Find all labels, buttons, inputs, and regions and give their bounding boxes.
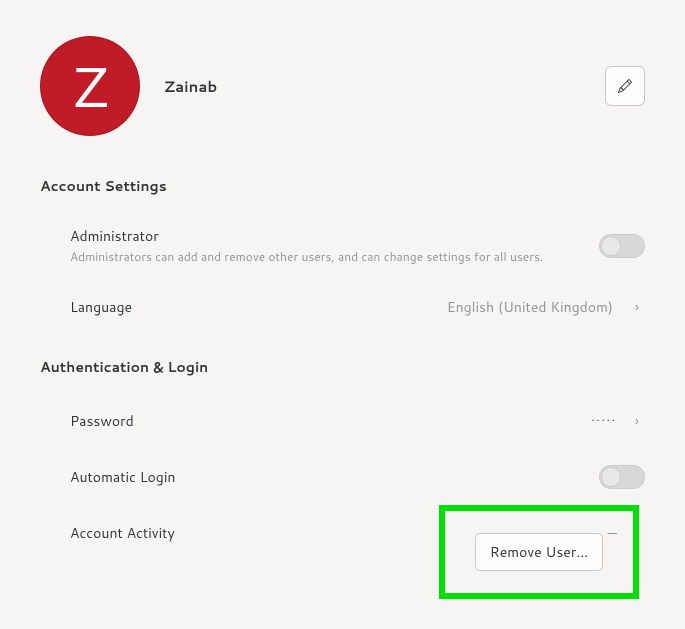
pencil-icon: [618, 79, 632, 93]
language-label: Language: [70, 297, 447, 317]
automatic-login-toggle[interactable]: [599, 465, 645, 489]
administrator-description: Administrators can add and remove other …: [70, 248, 599, 265]
administrator-label: Administrator: [70, 226, 599, 246]
row-automatic-login: Automatic Login: [40, 449, 645, 505]
remove-user-button[interactable]: Remove User...: [475, 533, 603, 571]
highlight-annotation: Remove User...: [439, 505, 639, 599]
section-account-settings: Account Settings: [40, 176, 645, 196]
row-password[interactable]: Password ••••• ›: [40, 393, 645, 449]
language-value: English (United Kingdom): [447, 297, 613, 317]
user-name: Zainab: [164, 76, 605, 97]
chevron-right-icon: ›: [629, 411, 645, 431]
user-header: Z Zainab: [40, 36, 645, 136]
chevron-right-icon: ›: [629, 297, 645, 317]
administrator-toggle[interactable]: [599, 234, 645, 258]
section-authentication-login: Authentication & Login: [40, 357, 645, 377]
row-administrator: Administrator Administrators can add and…: [40, 212, 645, 279]
avatar-initial: Z: [71, 47, 108, 126]
password-value: •••••: [591, 414, 617, 428]
avatar[interactable]: Z: [40, 36, 140, 136]
footer-actions: Remove User...: [439, 505, 639, 599]
password-label: Password: [70, 411, 591, 431]
row-language[interactable]: Language English (United Kingdom) ›: [40, 279, 645, 335]
automatic-login-label: Automatic Login: [70, 467, 599, 487]
edit-name-button[interactable]: [605, 66, 645, 106]
